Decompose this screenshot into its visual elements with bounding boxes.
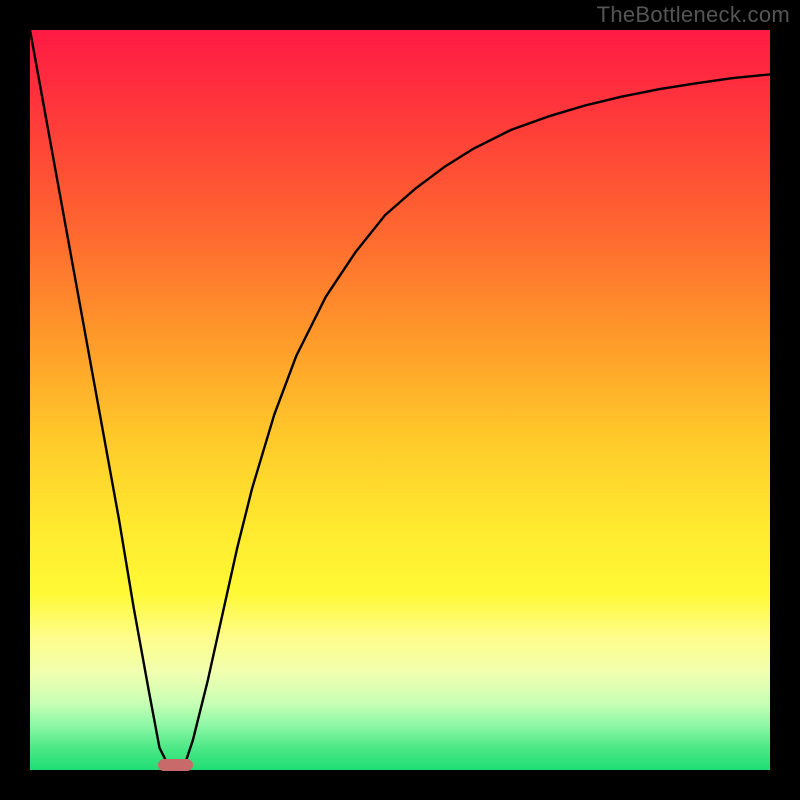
bottleneck-curve: [30, 30, 770, 770]
optimal-range-marker: [158, 759, 193, 771]
watermark-text: TheBottleneck.com: [597, 2, 790, 28]
chart-frame: TheBottleneck.com: [0, 0, 800, 800]
plot-area: [30, 30, 770, 770]
